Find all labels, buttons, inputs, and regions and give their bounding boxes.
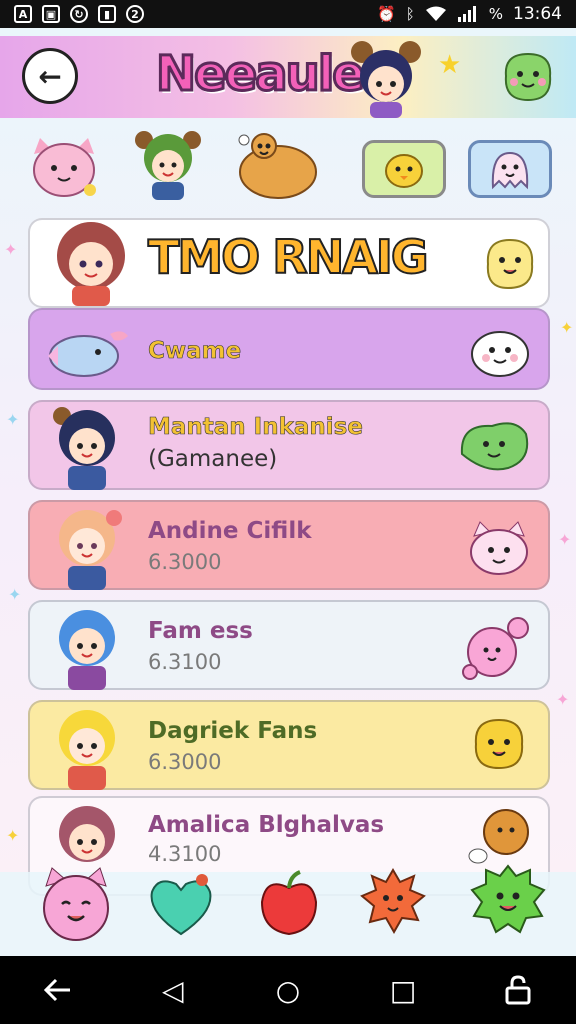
system-nav-bar: ◁ ○ □ <box>0 956 576 1024</box>
green-blob-icon <box>504 52 552 102</box>
green-hair-kid-sticker[interactable] <box>132 128 204 202</box>
alarm-icon: ⏰ <box>377 5 396 23</box>
peach-hair-girl-avatar <box>59 510 122 590</box>
list-card-1[interactable]: Cwame <box>28 308 550 390</box>
card-name: Dagriek Fans <box>148 718 318 744</box>
card-value: 6.3100 <box>148 650 222 674</box>
bluetooth-icon: ᛒ <box>405 5 415 23</box>
feature-card[interactable]: TMO RNAIG <box>28 218 550 308</box>
sync-icon: ↻ <box>70 5 88 23</box>
status-right-icons: ⏰ ᛒ % 13:64 <box>377 4 562 24</box>
green-monster-icon[interactable] <box>466 860 550 940</box>
chick-icon <box>385 154 423 188</box>
sparkle-icon: ✦ <box>8 585 22 604</box>
card-name: Amalica Blghalvas <box>148 812 385 838</box>
ghost-icon <box>491 151 529 190</box>
feature-avatar <box>57 222 125 306</box>
white-seal-icon <box>471 331 529 377</box>
nav-back-arrow-icon[interactable] <box>28 960 88 1020</box>
sticker-bar <box>0 864 576 956</box>
sparkle-icon: ✦ <box>558 530 572 549</box>
nav-lock-icon[interactable] <box>488 960 548 1020</box>
rainbow-fish-icon <box>48 331 128 377</box>
status-left-icons: A ▣ ↻ ▮ 2 <box>14 5 144 23</box>
card-value: 6.3000 <box>148 550 222 574</box>
yellow-chick-tile[interactable] <box>362 140 446 198</box>
red-apple-icon[interactable] <box>256 868 322 938</box>
blue-hair-girl-avatar <box>59 610 115 690</box>
yellow-sun-blob-icon <box>474 718 524 770</box>
teal-heart-icon[interactable] <box>146 872 216 938</box>
sparkle-icon: ✦ <box>6 826 20 845</box>
blonde-girl-avatar <box>59 710 115 790</box>
notification-a-icon: A <box>14 5 32 23</box>
signal-icon <box>457 6 476 22</box>
image-icon: ▣ <box>42 5 60 23</box>
list-card-4[interactable]: Fam ess 6.3100 <box>28 600 550 690</box>
pink-cat-sticker[interactable] <box>26 134 102 200</box>
pink-cat-ghost-icon <box>470 521 528 575</box>
card-value: 4.3100 <box>148 842 222 866</box>
sparkle-icon: ✦ <box>556 690 570 709</box>
app-title: Neeaule <box>155 45 367 104</box>
card-sub: (Gamanee) <box>148 446 278 472</box>
battery-percent: % <box>488 5 503 23</box>
star-icon: ★ <box>438 50 462 80</box>
sparkle-icon: ✦ <box>4 240 18 259</box>
mascot-character-icon <box>351 41 421 118</box>
brown-ball-icon <box>468 809 529 864</box>
card-name: Fam ess <box>148 618 253 644</box>
wifi-icon <box>425 6 446 21</box>
header: ← Neeaule ★ <box>0 36 576 118</box>
nav-back-button[interactable]: ◁ <box>143 960 203 1020</box>
sim-icon: ▮ <box>98 5 116 23</box>
card-name: Mantan Inkanise <box>148 414 364 441</box>
bear-blob-sticker[interactable] <box>234 130 320 202</box>
list-card-3[interactable]: Andine Cifilk 6.3000 <box>28 500 550 590</box>
back-button[interactable]: ← <box>22 48 78 104</box>
nav-home-button[interactable]: ○ <box>258 960 318 1020</box>
card-name: Cwame <box>148 338 242 365</box>
clock: 13:64 <box>513 4 562 24</box>
message-icon: 2 <box>126 5 144 23</box>
back-arrow-icon: ← <box>38 59 62 93</box>
sparkle-icon: ✦ <box>560 318 574 337</box>
orange-monster-icon[interactable] <box>358 866 428 936</box>
navy-hair-kid-avatar <box>53 407 115 490</box>
nav-recents-button[interactable]: □ <box>373 960 433 1020</box>
yellow-blob-icon <box>486 238 534 290</box>
card-value: 6.3000 <box>148 750 222 774</box>
ghost-tile[interactable] <box>468 140 552 198</box>
card-name: Andine Cifilk <box>148 518 312 544</box>
list-card-5[interactable]: Dagriek Fans 6.3000 <box>28 700 550 790</box>
pink-cat-face-icon[interactable] <box>38 864 114 944</box>
sparkle-icon: ✦ <box>6 410 20 429</box>
feature-title: TMO RNAIG <box>147 229 430 285</box>
list-card-2[interactable]: Mantan Inkanise (Gamanee) <box>28 400 550 490</box>
pink-bubble-icon <box>462 617 529 680</box>
status-bar: A ▣ ↻ ▮ 2 ⏰ ᛒ % 13:64 <box>0 0 576 28</box>
green-ghost-icon <box>460 422 529 471</box>
